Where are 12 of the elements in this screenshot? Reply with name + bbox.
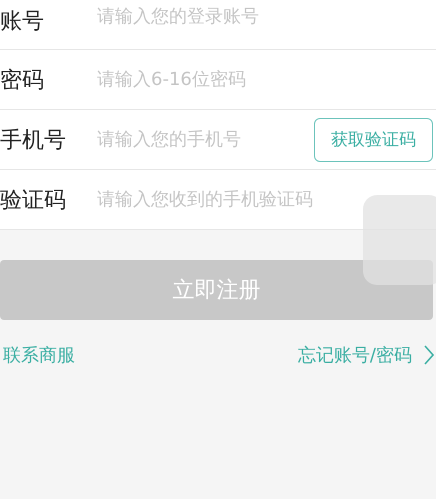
- input-field[interactable]: 请输入您收到的手机验证码: [97, 189, 322, 210]
- contact-link[interactable]: 联系商服: [3, 343, 75, 367]
- field-label: 账号: [0, 8, 45, 36]
- field-label: 密码: [0, 66, 45, 94]
- input-field[interactable]: 请输入您的手机号: [97, 129, 250, 150]
- field-label: 验证码: [0, 186, 67, 214]
- input-field[interactable]: 请输入您的登录账号: [97, 6, 268, 27]
- chevron-right-icon[interactable]: [424, 345, 434, 365]
- input-field[interactable]: 请输入6-16位密码: [97, 69, 286, 90]
- field-label: 手机号: [0, 126, 67, 154]
- forgot-link[interactable]: 忘记账号/密码: [298, 343, 412, 367]
- get-code-button[interactable]: 获取验证码: [314, 118, 433, 162]
